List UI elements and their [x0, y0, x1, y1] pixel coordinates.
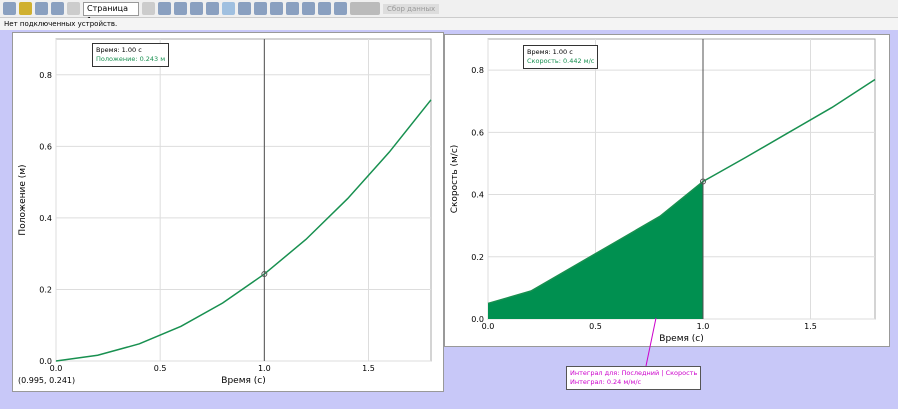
y-tick-label: 0.2 — [39, 285, 52, 294]
collect-button[interactable]: Сбор данных — [383, 3, 440, 14]
add-page-icon[interactable] — [142, 2, 155, 15]
new-file-icon[interactable] — [3, 2, 16, 15]
y-axis-label: Скорость (м/с) — [450, 145, 460, 214]
zoom-in-icon[interactable] — [190, 2, 203, 15]
integral-label: Интеграл для: Последний | Скорость — [570, 369, 698, 377]
integral-tooltip: Интеграл для: Последний | Скорость Интег… — [566, 366, 702, 390]
position-tooltip: Время: 1.00 с Положение: 0.243 м — [92, 43, 170, 67]
save-icon[interactable] — [35, 2, 48, 15]
integral-value: Интеграл: 0.24 м/м/с — [570, 378, 642, 386]
y-tick-label: 0.8 — [39, 71, 52, 80]
zoom-out-icon[interactable] — [206, 2, 219, 15]
y-tick-label: 0.8 — [471, 66, 484, 75]
tooltip-value: Скорость: 0.442 м/с — [527, 57, 595, 65]
x-tick-label: 1.0 — [697, 322, 710, 331]
page-select[interactable]: Страница 1 — [83, 1, 139, 25]
toolbar: Страница 1 Сбор данных — [0, 0, 898, 25]
curve-fit-icon[interactable] — [270, 2, 283, 15]
x-tick-label: 0.5 — [154, 364, 167, 373]
layout-icon[interactable] — [158, 2, 171, 15]
velocity-tooltip: Время: 1.00 с Скорость: 0.442 м/с — [523, 45, 599, 69]
x-tick-label: 1.5 — [362, 364, 375, 373]
interpolate-icon[interactable] — [222, 2, 235, 15]
y-tick-label: 0.2 — [471, 253, 484, 262]
position-chart[interactable]: 0.0 0.5 1.0 1.50.00.20.40.60.8Время (с)Поло… — [13, 33, 443, 391]
y-tick-label: 0.6 — [39, 142, 52, 151]
play-icon[interactable] — [350, 2, 380, 15]
y-axis-label: Положение (м) — [18, 164, 28, 235]
y-tick-label: 0.4 — [471, 191, 484, 200]
statistics-icon[interactable] — [254, 2, 267, 15]
tooltip-time: Время: 1.00 с — [96, 46, 142, 54]
autoscale-icon[interactable] — [174, 2, 187, 15]
y-tick-label: 0.0 — [471, 315, 484, 324]
velocity-chart[interactable]: 0.0 0.5 1.0 1.50.00.20.40.60.8Время (с)Скор… — [445, 35, 889, 346]
graph-position[interactable]: 0.0 0.5 1.0 1.5 0.0 0.2 0.4 0.6 0.8 Время (с) Поло… — [12, 32, 444, 392]
x-axis-label: Время (с) — [221, 376, 265, 386]
y-tick-label: 0.6 — [471, 128, 484, 137]
graph-velocity[interactable]: 0.0 0.5 1.0 1.5 0.0 0.2 0.4 0.6 0.8 Время (с) Скор… — [444, 34, 890, 347]
x-tick-label: 1.5 — [804, 322, 817, 331]
open-folder-icon[interactable] — [19, 2, 32, 15]
plot-frame — [55, 38, 432, 362]
integral-icon[interactable] — [286, 2, 299, 15]
status-bar: Нет подключенных устройств. — [0, 18, 898, 30]
y-tick-label: 0.4 — [39, 214, 52, 223]
strip-chart-icon[interactable] — [334, 2, 347, 15]
tooltip-value: Положение: 0.243 м — [96, 55, 166, 63]
x-axis-label: Время (с) — [659, 334, 703, 344]
tangent-icon[interactable] — [238, 2, 251, 15]
data-curve — [55, 99, 432, 362]
stopwatch-icon[interactable] — [318, 2, 331, 15]
y-tick-label: 0.0 — [39, 357, 52, 366]
tooltip-time: Время: 1.00 с — [527, 48, 573, 56]
undo-icon[interactable] — [67, 2, 80, 15]
coord-readout: (0.995, 0.241) — [18, 376, 76, 385]
x-tick-label: 0.5 — [589, 322, 602, 331]
x-tick-label: 1.0 — [258, 364, 271, 373]
print-icon[interactable] — [51, 2, 64, 15]
fft-icon[interactable] — [302, 2, 315, 15]
